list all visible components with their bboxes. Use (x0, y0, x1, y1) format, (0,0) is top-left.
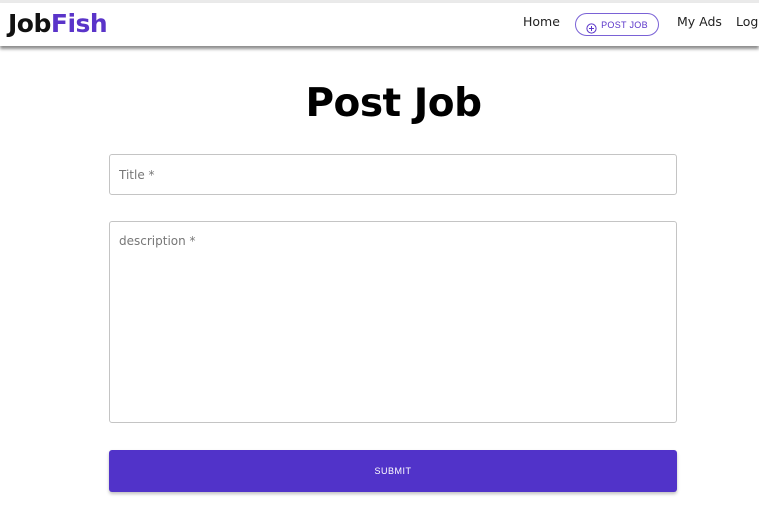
title-input[interactable] (110, 155, 676, 194)
navbar: JobFish Home POST JOB My Ads Logo (0, 3, 759, 46)
nav-home-link[interactable]: Home (523, 14, 560, 29)
post-job-label: POST JOB (601, 19, 648, 30)
post-job-button[interactable]: POST JOB (575, 13, 659, 36)
nav-my-ads-link[interactable]: My Ads (677, 14, 722, 29)
description-textarea[interactable] (110, 222, 676, 422)
nav-logout-link[interactable]: Logo (736, 14, 759, 29)
title-field (109, 154, 677, 195)
submit-button[interactable]: SUBMIT (109, 450, 677, 492)
page-title: Post Job (305, 81, 482, 126)
plus-circle-icon (586, 19, 597, 34)
brand-logo-part2: Fish (50, 9, 108, 38)
brand-logo-part1: Job (8, 9, 51, 38)
brand-logo[interactable]: JobFish (8, 9, 108, 39)
description-field (109, 221, 677, 423)
